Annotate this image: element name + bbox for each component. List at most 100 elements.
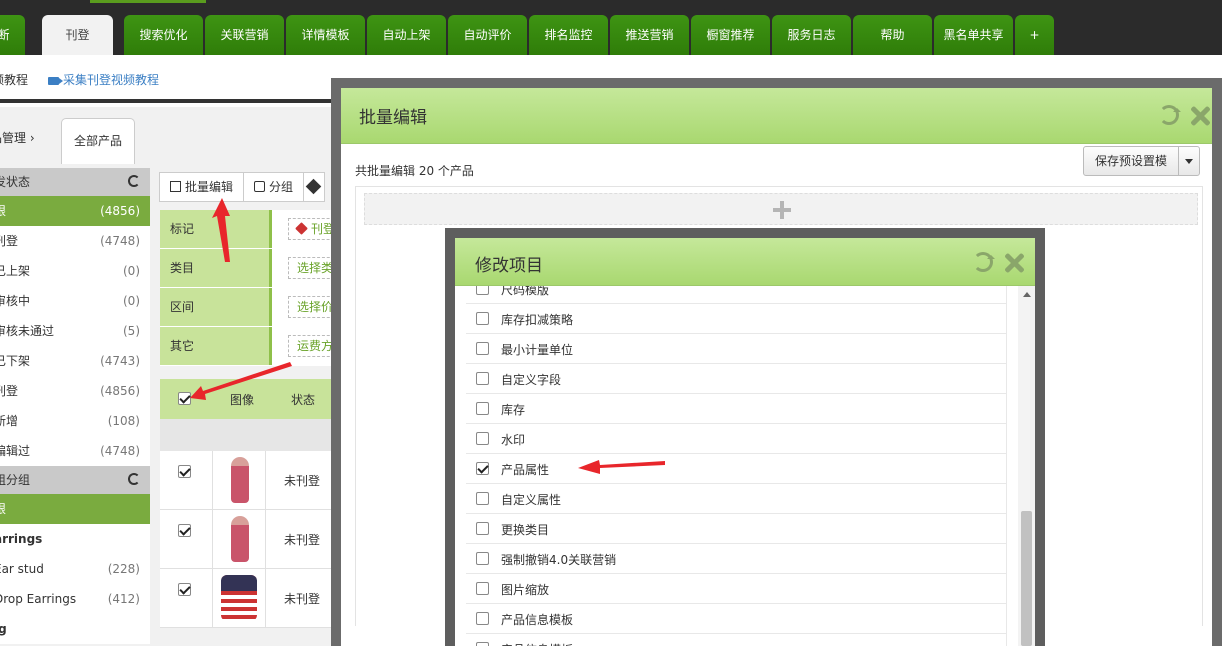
add-edit-item-button[interactable] — [364, 193, 1198, 225]
breadcrumb-separator: › — [29, 131, 35, 145]
close-icon[interactable] — [1189, 105, 1211, 127]
nav-tab-0[interactable]: 诊断 — [0, 15, 25, 55]
table-row[interactable]: 未刊登 — [160, 569, 340, 628]
modify-item-row[interactable]: 产品信息模板 — [466, 604, 1007, 634]
modify-item-row[interactable]: 最小计量单位 — [466, 334, 1007, 364]
sidebar-item-label: 编辑过 — [0, 444, 31, 458]
chevron-down-icon[interactable] — [1179, 147, 1199, 175]
modify-item-row[interactable]: 更换类目 — [466, 514, 1007, 544]
tag-button[interactable] — [303, 172, 326, 202]
nav-tab-10[interactable]: 服务日志 — [772, 15, 851, 55]
modify-item-checkbox[interactable] — [476, 312, 489, 325]
refresh-icon[interactable] — [128, 473, 140, 485]
modify-item-checkbox[interactable] — [476, 462, 489, 475]
modify-item-row[interactable]: 图片缩放 — [466, 574, 1007, 604]
sidebar-item[interactable]: 刊登 (4748) — [0, 226, 150, 256]
product-thumbnail[interactable] — [212, 451, 266, 509]
sidebar-item-label: 已下架 — [0, 354, 31, 368]
sidebar-item-count: (5) — [123, 324, 140, 338]
sidebar-item[interactable]: arrings — [0, 524, 150, 554]
modify-item-checkbox[interactable] — [476, 372, 489, 385]
modify-item-checkbox[interactable] — [476, 642, 489, 646]
nav-tab-11[interactable]: 帮助 — [853, 15, 932, 55]
nav-tab-1[interactable]: 刊登 — [42, 15, 113, 55]
sidebar-item[interactable]: 限 (4856) — [0, 196, 150, 226]
modify-item-checkbox[interactable] — [476, 492, 489, 505]
nav-tab-6[interactable]: 自动评价 — [448, 15, 527, 55]
video-tutorial-link[interactable]: 采集刊登视频教程 — [48, 71, 159, 88]
modify-item-row[interactable]: 自定义字段 — [466, 364, 1007, 394]
group-button[interactable]: 分组 — [243, 172, 305, 202]
batch-edit-title: 批量编辑 — [359, 108, 427, 128]
sidebar-item[interactable]: 审核中 (0) — [0, 286, 150, 316]
row-checkbox[interactable] — [178, 524, 191, 537]
items-scrollbar[interactable] — [1018, 286, 1035, 646]
logo-strip — [90, 0, 206, 3]
modify-item-row[interactable]: 库存 — [466, 394, 1007, 424]
modify-item-row[interactable]: 水印 — [466, 424, 1007, 454]
nav-tab-4[interactable]: 详情模板 — [286, 15, 365, 55]
sidebar-item[interactable]: 刊登 (4856) — [0, 376, 150, 406]
sidebar-status-title: 发状态 — [0, 175, 31, 189]
sidebar-item-label: 刊登 — [0, 234, 19, 248]
nav-tab-9[interactable]: 橱窗推荐 — [691, 15, 770, 55]
modify-item-label: 产品信息模板 — [501, 613, 574, 627]
sidebar-item-count: (4748) — [100, 444, 140, 458]
modify-item-checkbox[interactable] — [476, 582, 489, 595]
modify-items-list: 尺码模版 库存扣减策略 最小计量单位 自定义字段 库存 水印 产品属性 自定义属性 更换类目强制… — [466, 286, 1007, 646]
nav-tab-3[interactable]: 关联营销 — [205, 15, 284, 55]
sidebar-item[interactable]: 审核未通过 (5) — [0, 316, 150, 346]
scroll-up-icon[interactable] — [1023, 292, 1031, 297]
sidebar-item[interactable]: Drop Earrings (412) — [0, 584, 150, 614]
modify-item-checkbox[interactable] — [476, 402, 489, 415]
row-checkbox[interactable] — [178, 465, 191, 478]
table-row[interactable]: 未刊登 — [160, 451, 340, 510]
tag-icon — [305, 178, 322, 195]
tab-all-products[interactable]: 全部产品 — [61, 118, 135, 164]
nav-tab-8[interactable]: 推送营销 — [610, 15, 689, 55]
nav-tab-5[interactable]: 自动上架 — [367, 15, 446, 55]
video-tutorial-label: 采集刊登视频教程 — [63, 73, 160, 87]
modify-item-row[interactable]: 尺码模版 — [466, 286, 1007, 304]
sidebar-item[interactable]: 已下架 (4743) — [0, 346, 150, 376]
row-checkbox[interactable] — [178, 583, 191, 596]
modify-item-row[interactable]: 自定义属性 — [466, 484, 1007, 514]
refresh-icon[interactable] — [128, 175, 140, 187]
modify-item-row[interactable]: 强制撤销4.0关联营销 — [466, 544, 1007, 574]
product-image — [221, 575, 257, 621]
batch-edit-label: 批量编辑 — [185, 180, 234, 194]
sidebar-item[interactable]: 编辑过 (4748) — [0, 436, 150, 466]
refresh-icon[interactable] — [973, 252, 995, 272]
modify-item-checkbox[interactable] — [476, 432, 489, 445]
sidebar-item[interactable]: 限 — [0, 494, 150, 524]
modify-item-checkbox[interactable] — [476, 552, 489, 565]
batch-edit-button[interactable]: 批量编辑 — [159, 172, 245, 202]
nav-tab-7[interactable]: 排名监控 — [529, 15, 608, 55]
sidebar-item[interactable]: 新增 (108) — [0, 406, 150, 436]
select-all-checkbox[interactable] — [178, 392, 191, 405]
nav-tab-13[interactable]: + — [1015, 15, 1054, 55]
modify-item-row[interactable]: 产品信息模板 — [466, 634, 1007, 646]
modify-item-row[interactable]: 库存扣减策略 — [466, 304, 1007, 334]
modify-item-checkbox[interactable] — [476, 522, 489, 535]
breadcrumb-product-management[interactable]: 品管理 › — [0, 129, 35, 146]
modify-item-checkbox[interactable] — [476, 612, 489, 625]
close-icon[interactable] — [1003, 252, 1025, 274]
modify-item-checkbox[interactable] — [476, 286, 489, 295]
nav-tab-2[interactable]: 搜索优化 — [124, 15, 203, 55]
modify-item-label: 强制撤销4.0关联营销 — [501, 553, 617, 567]
refresh-icon[interactable] — [1159, 105, 1181, 125]
sidebar-item[interactable]: Ear stud (228) — [0, 554, 150, 584]
product-thumbnail[interactable] — [212, 569, 266, 627]
nav-tab-12[interactable]: 黑名单共享 — [934, 15, 1013, 55]
sidebar-item[interactable]: 已上架 (0) — [0, 256, 150, 286]
sidebar-item[interactable]: ıg — [0, 614, 150, 644]
save-preset-button[interactable]: 保存预设置模 — [1082, 146, 1200, 176]
table-row[interactable]: 未刊登 — [160, 510, 340, 569]
sidebar-item-count: (4748) — [100, 234, 140, 248]
product-thumbnail[interactable] — [212, 510, 266, 568]
modify-item-checkbox[interactable] — [476, 342, 489, 355]
scrollbar-thumb[interactable] — [1021, 511, 1032, 646]
tutorial-link[interactable]: 频教程 — [0, 71, 28, 88]
modify-item-row[interactable]: 产品属性 — [466, 454, 1007, 484]
